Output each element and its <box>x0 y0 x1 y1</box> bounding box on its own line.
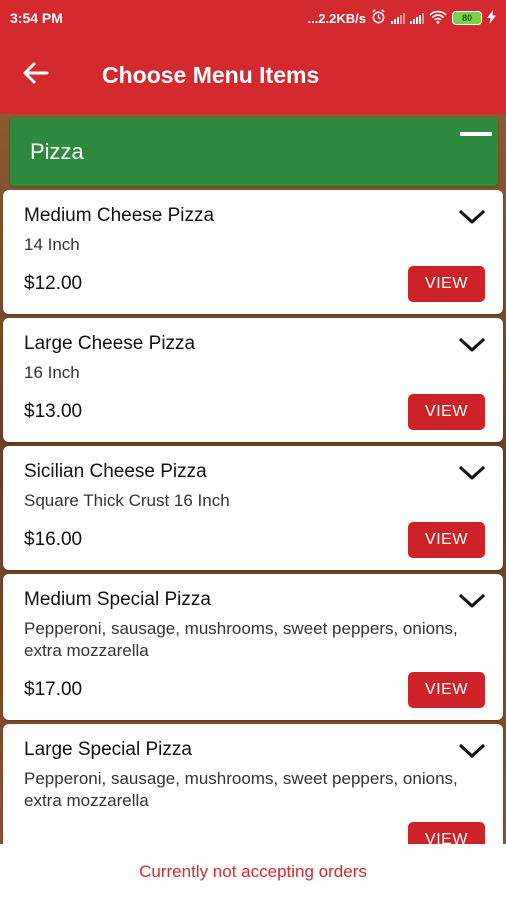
item-name: Large Cheese Pizza <box>24 333 196 354</box>
network-speed: ...2.2KB/s <box>307 10 366 26</box>
arrow-left-icon <box>23 62 49 89</box>
app-bar: Choose Menu Items <box>0 36 506 114</box>
wifi-icon <box>429 10 447 27</box>
chevron-down-icon[interactable] <box>459 338 485 352</box>
item-price: $17.00 <box>24 679 83 700</box>
item-name: Large Special Pizza <box>24 739 192 760</box>
order-status-footer: Currently not accepting orders <box>0 844 506 900</box>
view-button[interactable]: VIEW <box>408 266 485 302</box>
view-button[interactable]: VIEW <box>408 394 485 430</box>
menu-item-card[interactable]: Sicilian Cheese Pizza Square Thick Crust… <box>3 446 503 570</box>
chevron-down-icon[interactable] <box>459 210 485 224</box>
status-bar: 3:54 PM ...2.2KB/s 80 <box>0 0 506 36</box>
category-header-pizza[interactable]: Pizza <box>10 118 498 186</box>
item-name: Medium Cheese Pizza <box>24 205 215 226</box>
minus-icon[interactable] <box>460 132 492 136</box>
menu-item-card[interactable]: Medium Special Pizza Pepperoni, sausage,… <box>3 574 503 720</box>
menu-item-card[interactable]: Large Special Pizza Pepperoni, sausage, … <box>3 724 503 844</box>
signal-icon <box>391 12 405 24</box>
menu-item-card[interactable]: Large Cheese Pizza 16 Inch $13.00 VIEW <box>3 318 503 442</box>
menu-content[interactable]: Pizza Medium Cheese Pizza 14 Inch $12.00… <box>0 114 506 844</box>
category-name: Pizza <box>30 139 84 164</box>
item-name: Medium Special Pizza <box>24 589 211 610</box>
alarm-icon <box>371 9 386 27</box>
status-time: 3:54 PM <box>10 10 63 26</box>
item-description: 14 Inch <box>24 235 80 254</box>
item-price: $16.00 <box>24 529 83 550</box>
view-button[interactable]: VIEW <box>408 672 485 708</box>
battery-icon: 80 <box>452 11 482 25</box>
view-button[interactable]: VIEW <box>408 522 485 558</box>
item-description: 16 Inch <box>24 363 80 382</box>
item-name: Sicilian Cheese Pizza <box>24 461 207 482</box>
back-button[interactable] <box>0 36 72 114</box>
page-title: Choose Menu Items <box>102 61 320 88</box>
item-description: Pepperoni, sausage, mushrooms, sweet pep… <box>24 769 458 810</box>
item-price: $12.00 <box>24 273 83 294</box>
chevron-down-icon[interactable] <box>459 466 485 480</box>
view-button[interactable]: VIEW <box>408 822 485 844</box>
item-price: $13.00 <box>24 401 83 422</box>
menu-item-card[interactable]: Medium Cheese Pizza 14 Inch $12.00 VIEW <box>3 190 503 314</box>
menu-item-list: Medium Cheese Pizza 14 Inch $12.00 VIEW … <box>3 190 503 844</box>
chevron-down-icon[interactable] <box>459 744 485 758</box>
chevron-down-icon[interactable] <box>459 594 485 608</box>
status-icons: ...2.2KB/s 80 <box>307 9 496 27</box>
item-description: Square Thick Crust 16 Inch <box>24 491 230 510</box>
charging-icon <box>487 9 496 27</box>
order-status-message: Currently not accepting orders <box>139 862 367 881</box>
signal-icon <box>410 12 424 24</box>
item-description: Pepperoni, sausage, mushrooms, sweet pep… <box>24 619 458 660</box>
